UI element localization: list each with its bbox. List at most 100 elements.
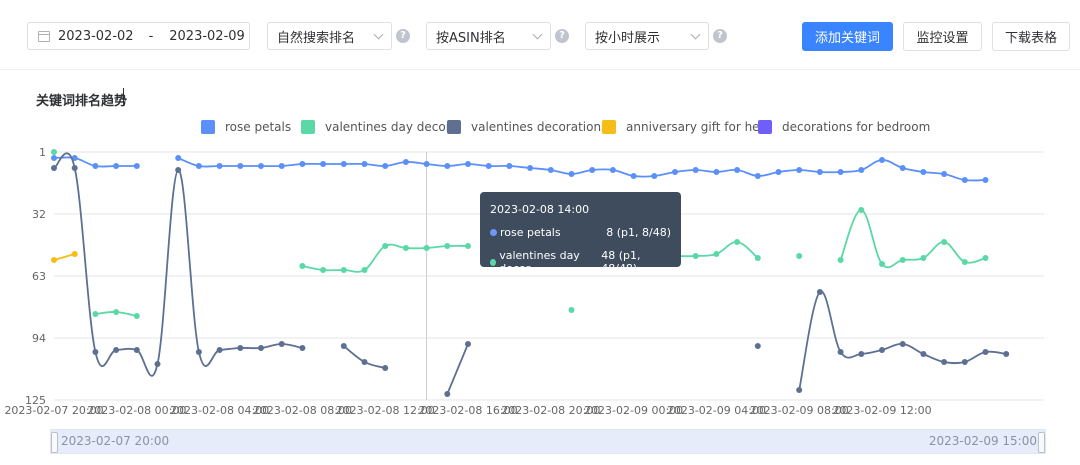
data-point: [961, 259, 968, 265]
data-point: [113, 163, 120, 169]
data-point: [340, 161, 347, 167]
data-point: [899, 165, 906, 171]
data-point: [1003, 351, 1010, 357]
data-point: [527, 165, 534, 171]
zoom-handle-right[interactable]: [1038, 432, 1045, 453]
data-point: [444, 243, 451, 249]
chart-tooltip: 2023-02-08 14:00 rose petals 8 (p1, 8/48…: [480, 192, 681, 275]
data-point: [858, 167, 865, 173]
data-point: [258, 345, 264, 351]
x-tick-label: 2023-02-09 12:00: [832, 404, 931, 417]
data-point: [133, 313, 140, 319]
data-point: [175, 155, 182, 161]
data-point: [361, 267, 368, 273]
data-point: [258, 163, 264, 169]
data-point: [858, 351, 865, 357]
data-point: [278, 163, 285, 169]
tooltip-series-name: valentines day decor: [499, 249, 580, 275]
data-point: [899, 257, 906, 263]
data-point: [299, 263, 306, 269]
data-point: [589, 167, 596, 173]
zoom-start-label: 2023-02-07 20:00: [61, 434, 170, 448]
series-line: [177, 157, 986, 182]
data-point: [237, 345, 244, 351]
data-point: [920, 255, 927, 261]
tooltip-series-value: 48 (p1, 48/48): [601, 249, 641, 275]
data-point: [299, 345, 306, 351]
data-point: [506, 163, 513, 169]
data-point: [340, 267, 347, 273]
data-point: [51, 149, 57, 155]
data-point: [340, 343, 347, 349]
data-point: [51, 165, 57, 171]
data-point: [568, 171, 575, 177]
data-point: [133, 347, 140, 353]
data-point: [651, 173, 658, 179]
data-point: [734, 167, 741, 173]
data-point: [361, 359, 368, 365]
data-point: [754, 343, 761, 349]
y-tick-label: 1: [39, 146, 46, 159]
data-point: [382, 163, 389, 169]
data-point: [796, 253, 803, 259]
series-line: [798, 290, 1007, 391]
tooltip-time: 2023-02-08 14:00: [490, 203, 590, 216]
data-point: [51, 257, 57, 263]
tooltip-row: rose petals 8 (p1, 8/48): [490, 226, 671, 239]
data-point: [713, 169, 720, 175]
zoom-handle-left[interactable]: [51, 432, 58, 453]
data-point: [278, 341, 285, 347]
data-point: [734, 239, 741, 245]
data-point: [941, 171, 948, 177]
series-line: [53, 152, 303, 377]
data-point: [423, 245, 430, 251]
data-point: [51, 155, 57, 161]
data-point: [547, 167, 554, 173]
data-point: [879, 261, 885, 267]
data-point: [320, 267, 327, 273]
data-point: [423, 161, 430, 167]
tooltip-dot: [490, 229, 497, 236]
data-point: [92, 349, 99, 355]
y-tick-label: 32: [32, 208, 46, 221]
data-point: [961, 359, 968, 365]
data-point: [154, 361, 161, 367]
data-point: [113, 309, 120, 315]
data-point: [816, 289, 823, 295]
data-point: [465, 341, 471, 347]
zoom-slider[interactable]: 2023-02-07 20:00 2023-02-09 15:00: [50, 429, 1046, 454]
data-point: [879, 157, 885, 163]
data-point: [982, 255, 989, 261]
data-point: [713, 251, 720, 257]
data-point: [444, 391, 451, 397]
data-point: [361, 161, 368, 167]
data-point: [837, 349, 844, 355]
data-point: [920, 351, 927, 357]
data-point: [402, 159, 409, 165]
series-line: [839, 209, 986, 269]
data-point: [216, 347, 223, 353]
data-point: [941, 239, 948, 245]
data-point: [382, 243, 389, 249]
data-point: [754, 255, 761, 261]
data-point: [754, 173, 761, 179]
y-tick-label: 63: [32, 270, 46, 283]
tooltip-series-name: rose petals: [500, 226, 561, 239]
data-point: [816, 169, 823, 175]
data-point: [837, 169, 844, 175]
data-point: [692, 167, 699, 173]
data-point: [609, 167, 616, 173]
data-point: [692, 253, 699, 259]
data-point: [672, 169, 678, 175]
data-point: [485, 163, 492, 169]
data-point: [775, 169, 782, 175]
data-point: [941, 359, 948, 365]
data-point: [465, 161, 471, 167]
series-line: [446, 343, 469, 395]
data-point: [92, 311, 99, 317]
data-point: [568, 307, 575, 313]
series-line: [53, 253, 75, 261]
data-point: [92, 163, 99, 169]
data-point: [216, 163, 223, 169]
data-point: [195, 349, 202, 355]
